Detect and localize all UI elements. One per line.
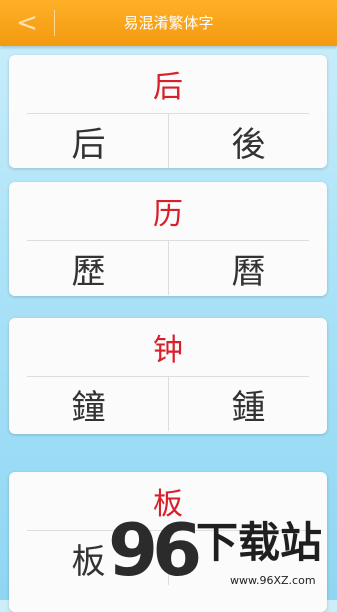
- watermark-text: 下载站: [196, 518, 323, 567]
- watermark-logo: 96: [108, 508, 202, 592]
- simplified-char: 钟: [153, 333, 183, 368]
- back-button[interactable]: <: [0, 0, 54, 46]
- watermark-url: www.96XZ.com: [230, 574, 316, 587]
- traditional-option[interactable]: 後: [168, 114, 328, 168]
- back-arrow-icon: <: [16, 8, 38, 38]
- simplified-char: 历: [153, 197, 183, 232]
- site-watermark: 96 下载站 www.96XZ.com: [108, 510, 337, 600]
- traditional-option[interactable]: 后: [9, 114, 168, 168]
- char-card: 后 后 後: [9, 55, 327, 168]
- traditional-option[interactable]: 鍾: [168, 377, 328, 431]
- traditional-option[interactable]: 鐘: [9, 377, 168, 431]
- page-title: 易混淆繁体字: [123, 14, 214, 32]
- simplified-char: 后: [153, 70, 183, 105]
- traditional-option[interactable]: 歷: [9, 241, 168, 295]
- title-bar: < 易混淆繁体字: [0, 0, 337, 46]
- char-card: 历 歷 曆: [9, 182, 327, 296]
- traditional-option[interactable]: 曆: [168, 241, 328, 295]
- char-card: 钟 鐘 鍾: [9, 318, 327, 434]
